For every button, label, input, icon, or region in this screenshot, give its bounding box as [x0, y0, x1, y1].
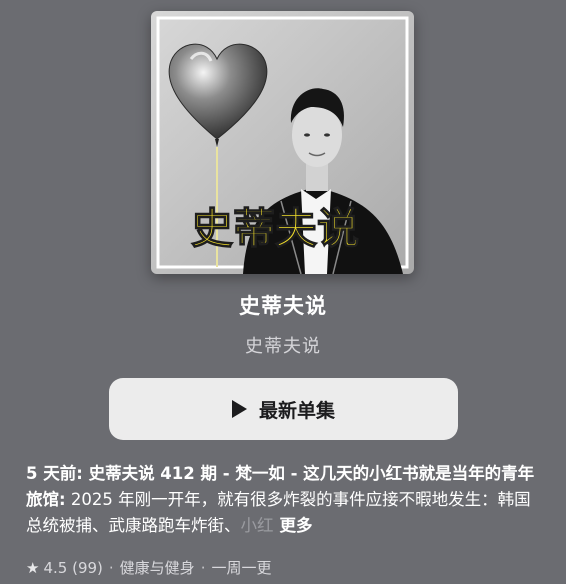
separator-dot: · [108, 559, 114, 577]
episode-description[interactable]: 5 天前: 史蒂夫说 412 期 - 梵一如 - 这几天的小红书就是当年的青年旅… [26, 461, 542, 539]
more-link[interactable]: 更多 [280, 516, 313, 535]
star-icon: ★ [26, 559, 40, 577]
latest-episode-button[interactable]: 最新单集 [109, 378, 458, 440]
episode-description-fade: 小红 [240, 516, 274, 535]
podcast-cover: 史蒂夫说 [151, 11, 414, 274]
latest-episode-label: 最新单集 [258, 399, 335, 422]
podcast-author[interactable]: 史蒂夫说 [0, 332, 566, 358]
play-icon [231, 400, 247, 418]
rating-value: 4.5 [43, 559, 68, 577]
category-link[interactable]: 健康与健身 [120, 559, 195, 577]
separator-dot: · [200, 559, 206, 577]
update-frequency: 一周一更 [211, 559, 272, 577]
episode-description-body: 2025 年刚一开年，就有很多炸裂的事件应接不暇地发生：韩国总统被捕、武康路跑车… [26, 490, 531, 535]
rating-count: (99) [72, 559, 103, 577]
podcast-meta: ★ 4.5 (99) · 健康与健身 · 一周一更 [26, 557, 271, 578]
cover-title-text: 史蒂夫说 [191, 204, 359, 253]
podcast-title: 史蒂夫说 [239, 294, 327, 318]
